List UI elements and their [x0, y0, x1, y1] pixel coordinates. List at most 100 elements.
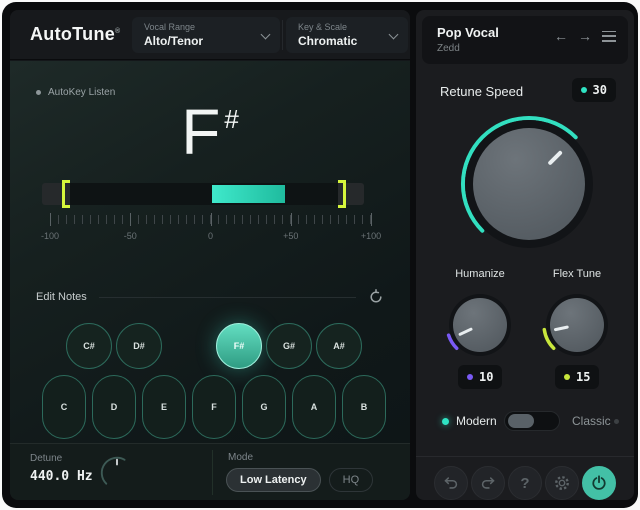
- detune-label: Detune: [30, 453, 62, 464]
- autotune-plugin-window: AutoTune® Vocal Range Alto/Tenor Key & S…: [2, 2, 638, 508]
- meter-left-bracket-handle[interactable]: [62, 180, 70, 208]
- scale-label: -50: [124, 231, 137, 241]
- current-note-display: F#: [10, 95, 410, 169]
- key-g-sharp[interactable]: G#: [266, 323, 312, 369]
- scale-label: 0: [208, 231, 213, 241]
- retune-speed-label: Retune Speed: [440, 84, 523, 99]
- question-mark-icon: ?: [520, 475, 529, 492]
- key-b[interactable]: B: [342, 375, 386, 439]
- edit-notes-divider: [99, 297, 356, 298]
- humanize-knob[interactable]: [442, 287, 518, 363]
- scale-label: +100: [361, 231, 381, 241]
- classic-inactive-dot-icon: [614, 419, 619, 424]
- preset-author: Zedd: [437, 43, 460, 54]
- preset-prev-icon[interactable]: ←: [554, 29, 568, 43]
- vocal-range-label: Vocal Range: [144, 22, 195, 32]
- major-tick: [211, 213, 212, 226]
- humanize-label: Humanize: [430, 268, 530, 280]
- key-d[interactable]: D: [92, 375, 136, 439]
- preset-next-icon[interactable]: →: [578, 29, 592, 43]
- footer-bar: Detune 440.0 Hz Mode Low Latency HQ: [10, 443, 410, 500]
- vocal-range-value: Alto/Tenor: [144, 34, 203, 48]
- vocal-range-dropdown[interactable]: Vocal Range Alto/Tenor: [132, 17, 280, 53]
- settings-button[interactable]: [545, 466, 579, 500]
- footer-divider: [212, 450, 213, 495]
- key-f[interactable]: F: [192, 375, 236, 439]
- note-accidental: #: [224, 104, 238, 135]
- pitch-display: AutoKey Listen F# -100 -50 0: [10, 61, 410, 443]
- reset-notes-icon[interactable]: [368, 289, 384, 305]
- autotune-logo: AutoTune®: [30, 24, 121, 45]
- humanize-number: 10: [479, 370, 493, 384]
- chevron-down-icon: [261, 30, 271, 40]
- meter-ruler: [50, 215, 371, 224]
- major-tick: [371, 213, 372, 226]
- panel-divider: [416, 456, 634, 457]
- power-icon: [590, 474, 608, 492]
- detune-value[interactable]: 440.0 Hz: [30, 469, 93, 484]
- key-c[interactable]: C: [42, 375, 86, 439]
- key-e[interactable]: E: [142, 375, 186, 439]
- note-letter: F: [181, 96, 222, 168]
- key-scale-value: Chromatic: [298, 34, 357, 48]
- edit-notes-header: Edit Notes: [36, 289, 384, 305]
- lime-dot-icon: [564, 374, 570, 380]
- help-button[interactable]: ?: [508, 466, 542, 500]
- scale-label: -100: [41, 231, 59, 241]
- humanize-value[interactable]: 10: [458, 365, 502, 389]
- key-a[interactable]: A: [292, 375, 336, 439]
- mode-low-latency-button[interactable]: Low Latency: [226, 468, 321, 492]
- major-tick: [130, 213, 131, 226]
- modern-classic-toggle[interactable]: [504, 411, 560, 431]
- mode-label: Mode: [228, 452, 253, 463]
- retune-speed-number: 30: [593, 83, 607, 97]
- toggle-thumb: [508, 414, 534, 428]
- header-divider: [282, 20, 283, 50]
- key-d-sharp[interactable]: D#: [116, 323, 162, 369]
- flex-tune-number: 15: [576, 370, 590, 384]
- undo-icon: [442, 474, 460, 492]
- header-bar: AutoTune® Vocal Range Alto/Tenor Key & S…: [10, 10, 410, 60]
- mode-hq-button[interactable]: HQ: [329, 468, 374, 492]
- meter-scale-labels: -100 -50 0 +50 +100: [50, 231, 371, 243]
- flex-tune-label: Flex Tune: [527, 268, 627, 280]
- control-panel: Pop Vocal Zedd ← → Retune Speed 30 Human…: [416, 10, 634, 500]
- preset-menu-icon[interactable]: [602, 31, 616, 42]
- detune-knob[interactable]: [98, 454, 136, 492]
- major-tick: [291, 213, 292, 226]
- key-scale-dropdown[interactable]: Key & Scale Chromatic: [286, 17, 408, 53]
- meter-fill: [212, 185, 285, 203]
- teal-dot-icon: [581, 87, 587, 93]
- classic-label[interactable]: Classic: [572, 414, 611, 428]
- undo-button[interactable]: [434, 466, 468, 500]
- power-button[interactable]: [582, 466, 616, 500]
- redo-icon: [479, 474, 497, 492]
- preset-nav: ← →: [554, 29, 616, 43]
- flex-tune-value[interactable]: 15: [555, 365, 599, 389]
- key-g[interactable]: G: [242, 375, 286, 439]
- key-scale-label: Key & Scale: [298, 22, 347, 32]
- retune-speed-value[interactable]: 30: [572, 78, 616, 102]
- pitch-correction-meter: [42, 183, 364, 205]
- modern-active-dot-icon: [442, 418, 449, 425]
- key-c-sharp[interactable]: C#: [66, 323, 112, 369]
- key-f-sharp[interactable]: F#: [216, 323, 262, 369]
- meter-range-area: [70, 183, 338, 205]
- redo-button[interactable]: [471, 466, 505, 500]
- gear-icon: [553, 474, 571, 492]
- purple-dot-icon: [467, 374, 473, 380]
- preset-browser[interactable]: Pop Vocal Zedd ← →: [422, 16, 628, 64]
- modern-label[interactable]: Modern: [456, 414, 497, 428]
- chevron-down-icon: [389, 30, 399, 40]
- edit-notes-title: Edit Notes: [36, 291, 87, 303]
- scale-label: +50: [283, 231, 298, 241]
- major-tick: [50, 213, 51, 226]
- logo-trademark: ®: [115, 28, 120, 35]
- key-a-sharp[interactable]: A#: [316, 323, 362, 369]
- logo-text: AutoTune: [30, 24, 115, 44]
- preset-name: Pop Vocal: [437, 25, 499, 40]
- mode-selector: Low Latency HQ: [226, 468, 373, 492]
- meter-right-bracket-handle[interactable]: [338, 180, 346, 208]
- flex-tune-knob[interactable]: [539, 287, 615, 363]
- retune-speed-knob[interactable]: [454, 109, 604, 259]
